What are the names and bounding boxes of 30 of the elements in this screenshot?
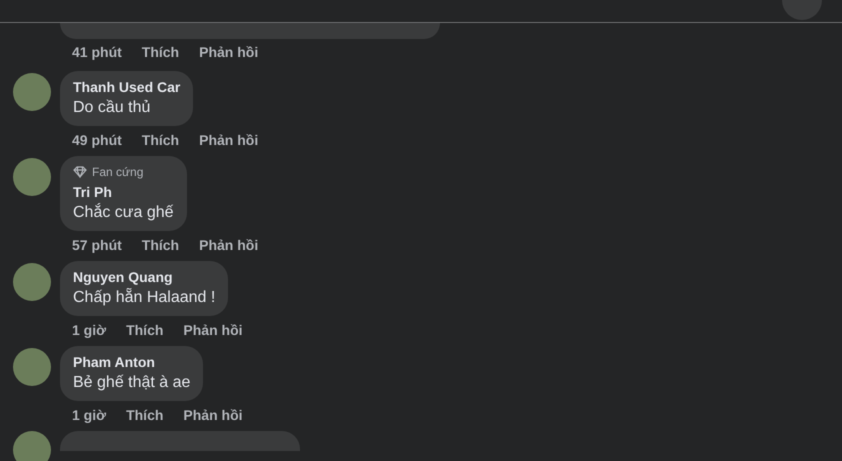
comment-time[interactable]: 1 giờ (72, 404, 106, 426)
avatar[interactable] (13, 431, 51, 461)
commenter-name[interactable]: Pham Anton (73, 353, 190, 372)
comment-time[interactable]: 49 phút (72, 130, 122, 150)
comment-time[interactable]: 41 phút (72, 42, 122, 62)
diamond-icon (73, 166, 87, 178)
comment-text: Bẻ ghế thật à ae (73, 373, 190, 393)
avatar[interactable] (13, 158, 51, 196)
like-link[interactable]: Thích (126, 320, 164, 340)
reply-link[interactable]: Phản hồi (199, 130, 258, 150)
reply-link[interactable]: Phản hồi (183, 404, 243, 426)
comment-text: Chắc cưa ghế (73, 202, 174, 223)
commenter-name[interactable]: Tri Ph (73, 183, 174, 202)
avatar[interactable] (13, 263, 51, 301)
comment-text: Chấp hẵn Halaand ! (73, 287, 216, 308)
commenter-name[interactable]: Nguyen Quang (73, 268, 216, 287)
comment-text: Do cầu thủ (73, 98, 152, 118)
avatar[interactable] (13, 348, 51, 386)
reply-link[interactable]: Phản hồi (199, 234, 258, 256)
badge-label: Fan cứng (92, 164, 144, 181)
like-link[interactable]: Thích (142, 130, 180, 150)
like-link[interactable]: Thích (142, 42, 180, 62)
commenter-name[interactable]: Thanh Used Car (73, 78, 180, 97)
reply-link[interactable]: Phản hồi (183, 320, 243, 340)
comment-time[interactable]: 57 phút (72, 234, 122, 256)
reply-link[interactable]: Phản hồi (199, 42, 258, 62)
like-link[interactable]: Thích (142, 234, 180, 256)
comment-time[interactable]: 1 giờ (72, 320, 106, 340)
like-link[interactable]: Thích (126, 404, 164, 426)
avatar[interactable] (13, 73, 51, 111)
